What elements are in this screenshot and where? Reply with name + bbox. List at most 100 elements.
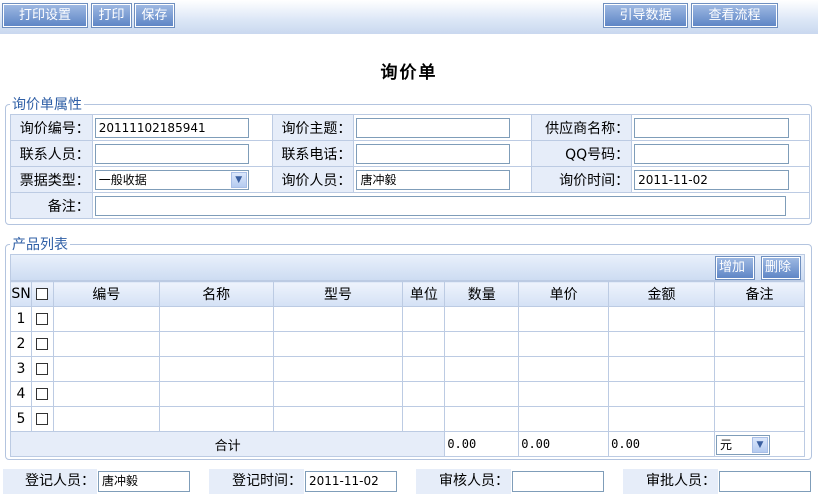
column-header-remark: 备注 xyxy=(713,281,806,307)
column-header-amount: 金额 xyxy=(608,281,715,307)
add-row-button[interactable]: 增加 xyxy=(715,256,755,280)
invoice-type-value: 一般收据 xyxy=(98,172,147,187)
row-checkbox[interactable] xyxy=(36,363,49,375)
cell-remark[interactable] xyxy=(713,381,806,407)
cell-name[interactable] xyxy=(158,331,274,357)
cell-quantity[interactable] xyxy=(444,381,520,407)
cell-unit[interactable] xyxy=(402,331,446,357)
row-checkbox-cell xyxy=(30,381,54,407)
contact-field[interactable] xyxy=(94,143,249,164)
row-sn: 1 xyxy=(10,306,32,332)
cell-name[interactable] xyxy=(158,406,274,432)
cell-remark[interactable] xyxy=(713,306,806,332)
subject-field[interactable] xyxy=(356,117,511,138)
column-header-unit: 单位 xyxy=(402,281,446,307)
cell-name[interactable] xyxy=(158,381,274,407)
cell-amount[interactable] xyxy=(608,306,715,332)
cell-price[interactable] xyxy=(518,356,610,382)
cell-model[interactable] xyxy=(272,356,404,382)
print-button[interactable]: 打印 xyxy=(91,3,132,28)
cell-model[interactable] xyxy=(272,306,404,332)
cell-code[interactable] xyxy=(52,356,160,382)
supplier-field[interactable] xyxy=(634,117,790,138)
inquiry-form-page: 打印设置 打印 保存 引导数据 查看流程 询价单 询价单属性 询价编号： 201… xyxy=(0,0,818,498)
cell-remark[interactable] xyxy=(713,331,806,357)
inquirer-field[interactable]: 唐冲毅 xyxy=(356,169,511,190)
total-quantity: 0.00 xyxy=(444,431,520,457)
cell-unit[interactable] xyxy=(402,356,446,382)
footer: 登记人员： 唐冲毅 登记时间： 2011-11-02 审核人员： 审批人员： xyxy=(0,465,818,498)
remark-field[interactable] xyxy=(94,195,786,216)
register-time-field[interactable]: 2011-11-02 xyxy=(305,471,397,492)
cell-model[interactable] xyxy=(272,406,404,432)
cell-code[interactable] xyxy=(52,331,160,357)
cell-unit[interactable] xyxy=(402,381,446,407)
toolbar: 打印设置 打印 保存 引导数据 查看流程 xyxy=(0,0,818,34)
cell-quantity[interactable] xyxy=(444,306,520,332)
total-label: 合计 xyxy=(9,431,446,457)
supplier-label: 供应商名称： xyxy=(531,114,633,141)
phone-field[interactable] xyxy=(356,143,511,164)
products-legend: 产品列表 xyxy=(12,237,68,253)
products-table: SN 编号 名称 型号 单位 数量 单价 金额 备注 1 2 3 4 5 合计 … xyxy=(9,281,806,457)
print-settings-button[interactable]: 打印设置 xyxy=(2,3,88,28)
cell-code[interactable] xyxy=(52,406,160,432)
cell-name[interactable] xyxy=(158,306,274,332)
row-checkbox[interactable] xyxy=(36,413,49,425)
subject-label: 询价主题： xyxy=(271,114,355,141)
cell-model[interactable] xyxy=(272,381,404,407)
approver-label: 审批人员： xyxy=(623,469,718,494)
cell-code[interactable] xyxy=(52,306,160,332)
row-checkbox[interactable] xyxy=(36,313,49,325)
delete-row-button[interactable]: 删除 xyxy=(761,256,801,280)
currency-cell: 元 ▼ xyxy=(713,431,806,457)
inquiry-time-label: 询价时间： xyxy=(531,166,633,193)
cell-remark[interactable] xyxy=(713,406,806,432)
cell-model[interactable] xyxy=(272,331,404,357)
table-row: 2 xyxy=(10,331,806,357)
column-header-code: 编号 xyxy=(52,281,160,307)
select-all-checkbox[interactable] xyxy=(36,288,49,300)
cell-price[interactable] xyxy=(518,306,610,332)
register-time-label: 登记时间： xyxy=(209,469,304,494)
inquiry-time-field[interactable]: 2011-11-02 xyxy=(634,169,790,190)
table-row: 4 xyxy=(10,381,806,407)
cell-remark[interactable] xyxy=(713,356,806,382)
cell-code[interactable] xyxy=(52,381,160,407)
cell-quantity[interactable] xyxy=(444,331,520,357)
invoice-type-select[interactable]: 一般收据 ▼ xyxy=(94,169,249,190)
save-button[interactable]: 保存 xyxy=(134,3,175,28)
cell-amount[interactable] xyxy=(608,381,715,407)
chevron-down-icon[interactable]: ▼ xyxy=(230,171,247,188)
row-checkbox-cell xyxy=(30,406,54,432)
cell-name[interactable] xyxy=(158,356,274,382)
cell-quantity[interactable] xyxy=(444,356,520,382)
qq-field[interactable] xyxy=(634,143,790,164)
cell-amount[interactable] xyxy=(608,356,715,382)
total-amount: 0.00 xyxy=(608,431,715,457)
table-row: 3 xyxy=(10,356,806,382)
registrar-field[interactable]: 唐冲毅 xyxy=(98,471,190,492)
cell-amount[interactable] xyxy=(608,406,715,432)
column-header-price: 单价 xyxy=(518,281,610,307)
row-checkbox[interactable] xyxy=(36,388,49,400)
table-row: 5 xyxy=(10,406,806,432)
cell-quantity[interactable] xyxy=(444,406,520,432)
phone-label: 联系电话： xyxy=(271,140,355,167)
chevron-down-icon[interactable]: ▼ xyxy=(751,437,768,453)
view-flow-button[interactable]: 查看流程 xyxy=(691,3,778,28)
cell-amount[interactable] xyxy=(608,331,715,357)
inquiry-no-field[interactable]: 20111102185941 xyxy=(94,117,249,138)
row-checkbox[interactable] xyxy=(36,338,49,350)
cell-price[interactable] xyxy=(518,406,610,432)
approver-field[interactable] xyxy=(719,471,811,492)
guide-data-button[interactable]: 引导数据 xyxy=(603,3,688,28)
currency-select[interactable]: 元 ▼ xyxy=(715,435,770,455)
cell-price[interactable] xyxy=(518,331,610,357)
cell-unit[interactable] xyxy=(402,406,446,432)
cell-unit[interactable] xyxy=(402,306,446,332)
reviewer-field[interactable] xyxy=(512,471,604,492)
cell-price[interactable] xyxy=(518,381,610,407)
remark-label: 备注： xyxy=(10,192,93,219)
table-row: 1 xyxy=(10,306,806,332)
